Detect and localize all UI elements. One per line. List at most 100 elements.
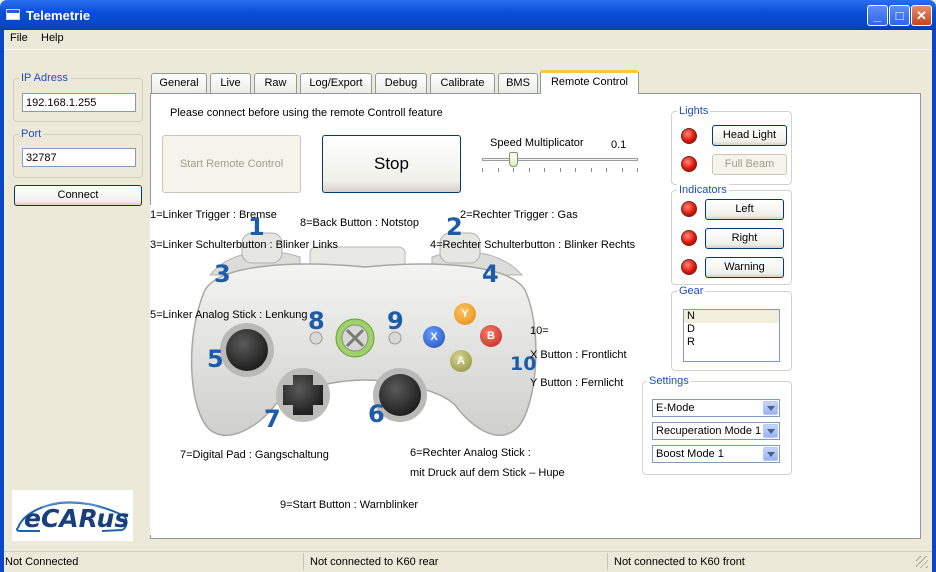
slider-tick: [482, 168, 483, 172]
left-indicator-led: [681, 201, 697, 217]
slider-ticks: [482, 168, 640, 174]
tab-bms[interactable]: BMS: [498, 73, 538, 93]
gear-title: Gear: [677, 285, 706, 297]
marker-7: 7: [264, 405, 281, 433]
stop-button[interactable]: Stop: [322, 135, 461, 193]
marker-5: 5: [207, 345, 224, 373]
chevron-down-icon[interactable]: [763, 424, 778, 438]
chevron-down-icon[interactable]: [763, 447, 778, 461]
label-right-stick: 6=Rechter Analog Stick :: [410, 447, 531, 459]
x-button-icon: X: [423, 326, 445, 348]
right-indicator-button[interactable]: Right: [705, 228, 784, 249]
status-divider: [607, 553, 608, 570]
slider-tick: [575, 168, 576, 172]
title-bar[interactable]: [0, 0, 936, 30]
boost-select[interactable]: Boost Mode 1: [652, 445, 780, 463]
recuperation-select[interactable]: Recuperation Mode 1: [652, 422, 780, 440]
boost-select-value: Boost Mode 1: [656, 448, 724, 460]
mode-select[interactable]: E-Mode: [652, 399, 780, 417]
full-beam-button[interactable]: Full Beam: [712, 154, 787, 175]
window-frame-left: [0, 30, 4, 572]
tab-general[interactable]: General: [151, 73, 207, 93]
a-button-icon: A: [450, 350, 472, 372]
minimize-button[interactable]: _: [867, 5, 888, 26]
mode-select-value: E-Mode: [656, 402, 695, 414]
label-left-stick: 5=Linker Analog Stick : Lenkung: [150, 309, 308, 321]
ecarus-logo: eCARus: [12, 490, 133, 541]
menu-help[interactable]: Help: [41, 32, 64, 44]
label-right-trigger: 2=Rechter Trigger : Gas: [460, 209, 578, 221]
slider-tick: [606, 168, 607, 172]
tab-live[interactable]: Live: [210, 73, 251, 93]
speed-slider[interactable]: [482, 148, 640, 176]
label-left-shoulder: 3=Linker Schulterbutton : Blinker Links: [150, 239, 339, 251]
ip-label: IP Adress: [19, 72, 70, 84]
slider-tick: [622, 168, 623, 172]
left-indicator-button[interactable]: Left: [705, 199, 784, 220]
gear-listbox[interactable]: N D R: [683, 309, 780, 362]
slider-tick: [513, 168, 514, 172]
gear-option-d[interactable]: D: [684, 323, 779, 336]
connect-notice: Please connect before using the remote C…: [170, 107, 443, 119]
connect-button[interactable]: Connect: [14, 185, 142, 206]
label-x-button: X Button : Frontlicht: [530, 349, 627, 361]
chevron-down-icon[interactable]: [763, 401, 778, 415]
slider-thumb[interactable]: [509, 152, 518, 167]
controller-diagram: Y B X A 1 2 3 4 5 6 7 8 9 10 1=Linker Tr…: [150, 205, 636, 535]
right-indicator-led: [681, 230, 697, 246]
recuperation-select-value: Recuperation Mode 1: [656, 425, 762, 437]
tab-remote-control[interactable]: Remote Control: [540, 70, 639, 94]
status-rear: Not connected to K60 rear: [310, 556, 439, 568]
head-light-led: [681, 128, 697, 144]
label-right-shoulder: 4=Rechter Schulterbutton : Blinker Recht…: [430, 239, 636, 251]
label-back-button: 8=Back Button : Notstop: [300, 217, 419, 229]
menu-file[interactable]: File: [10, 32, 28, 44]
label-start-button: 9=Start Button : Warnblinker: [280, 499, 419, 511]
marker-8: 8: [308, 307, 325, 335]
app-icon: [6, 9, 20, 20]
ip-input[interactable]: 192.168.1.255: [22, 93, 136, 112]
logo-text: eCARus: [24, 504, 130, 533]
lights-title: Lights: [677, 105, 711, 117]
status-front: Not connected to K60 front: [614, 556, 745, 568]
status-bar: [4, 551, 932, 572]
tab-calibrate[interactable]: Calibrate: [430, 73, 495, 93]
label-y-button: Y Button : Fernlicht: [530, 377, 624, 389]
maximize-button[interactable]: □: [889, 5, 910, 26]
slider-track: [482, 158, 638, 161]
tab-log-export[interactable]: Log/Export: [300, 73, 372, 93]
start-remote-button[interactable]: Start Remote Control: [162, 135, 301, 193]
label-left-trigger: 1=Linker Trigger : Bremse: [150, 209, 277, 221]
slider-tick: [498, 168, 499, 172]
window-title: Telemetrie: [26, 8, 91, 23]
window-frame-right: [932, 30, 936, 572]
label-ten: 10=: [530, 325, 549, 337]
slider-tick: [560, 168, 561, 172]
warning-button[interactable]: Warning: [705, 257, 784, 278]
toolbar-strip: [4, 49, 932, 61]
head-light-button[interactable]: Head Light: [712, 125, 787, 146]
marker-9: 9: [387, 307, 404, 335]
slider-tick: [591, 168, 592, 172]
close-button[interactable]: ✕: [911, 5, 932, 26]
slider-tick: [637, 168, 638, 172]
gear-option-n[interactable]: N: [684, 310, 779, 323]
indicators-title: Indicators: [677, 184, 729, 196]
marker-3: 3: [214, 260, 231, 288]
full-beam-led: [681, 156, 697, 172]
slider-tick: [544, 168, 545, 172]
port-label: Port: [19, 128, 44, 140]
menu-bar: [4, 30, 932, 48]
settings-title: Settings: [647, 375, 691, 387]
tab-debug[interactable]: Debug: [375, 73, 427, 93]
tab-raw[interactable]: Raw: [254, 73, 297, 93]
resize-grip-icon[interactable]: [916, 556, 928, 568]
label-right-stick-press: mit Druck auf dem Stick – Hupe: [410, 467, 565, 479]
slider-tick: [529, 168, 530, 172]
warning-led: [681, 259, 697, 275]
b-button-icon: B: [480, 325, 502, 347]
gear-option-r[interactable]: R: [684, 336, 779, 349]
port-input[interactable]: 32787: [22, 148, 136, 167]
status-divider: [303, 553, 304, 570]
y-button-icon: Y: [454, 303, 476, 325]
